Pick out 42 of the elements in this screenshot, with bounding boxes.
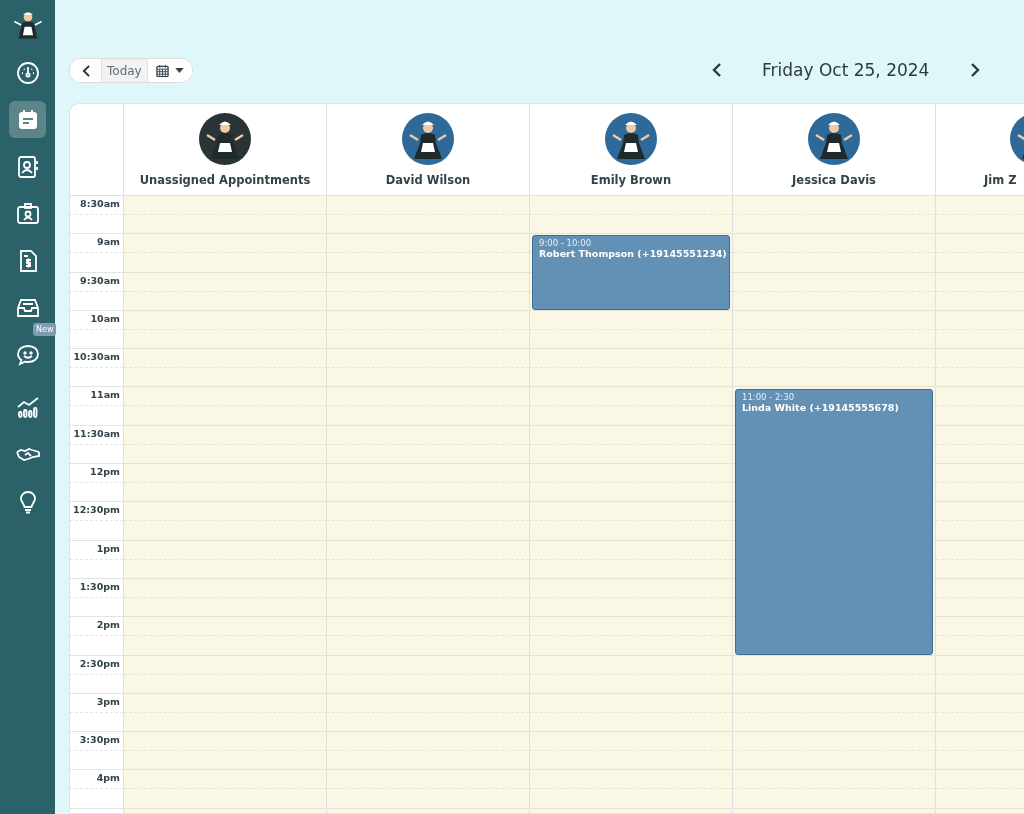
time-label: 10am (90, 312, 120, 324)
appointment-title: Robert Thompson (+19145551234) (539, 248, 727, 260)
appointment-title: Linda White (+19145555678) (742, 401, 899, 413)
new-badge: New (33, 323, 57, 336)
time-label: 3pm (96, 695, 120, 707)
time-label: 12:30pm (73, 504, 120, 516)
appointment-block[interactable]: 9:00 - 10:00 Robert Thompson (+19145551234) (532, 235, 730, 310)
time-label: 11:30am (73, 427, 120, 439)
time-label: 3:30pm (79, 734, 120, 746)
time-label: 9am (97, 236, 120, 248)
date-title: Friday Oct 25, 2024 (761, 60, 931, 80)
time-label: 2pm (96, 619, 120, 631)
calendar-nav-item[interactable] (9, 101, 46, 138)
today-button[interactable]: Today (102, 59, 148, 82)
staff-name: Unassigned Appointments (139, 173, 311, 187)
staff-name: David Wilson (385, 173, 471, 187)
contact-book-icon (15, 154, 40, 179)
bar-chart-icon (15, 395, 40, 420)
time-label: 9:30am (80, 274, 120, 286)
previous-button[interactable] (70, 59, 102, 82)
id-badge-icon (15, 201, 40, 226)
chevron-left-icon (82, 64, 91, 77)
time-label: 1:30pm (79, 580, 120, 592)
time-label: 8:30am (80, 198, 120, 209)
time-label: 11am (90, 389, 120, 401)
time-label: 10:30am (73, 351, 120, 363)
staff-name: Emily Brown (590, 173, 672, 187)
chevron-right-icon (969, 63, 980, 77)
smiley-chat-icon (15, 342, 40, 367)
time-label: 4pm (96, 772, 120, 784)
appointment-time: 11:00 - 2:30 (742, 391, 795, 402)
gauge-icon (15, 60, 40, 85)
appointment-time: 9:00 - 10:00 (539, 238, 592, 249)
time-label: 12pm (90, 466, 120, 478)
calendar-icon (155, 64, 169, 77)
appointment-block[interactable]: 11:00 - 2:30 Linda White (+19145555678) (735, 388, 933, 655)
staff-name: Jim Z (984, 173, 1017, 187)
time-label: 1pm (96, 542, 120, 554)
time-label: 2:30pm (79, 657, 120, 669)
chevron-left-icon (711, 63, 722, 77)
staff-name: Jessica Davis (792, 173, 876, 187)
caret-icon (174, 68, 184, 73)
